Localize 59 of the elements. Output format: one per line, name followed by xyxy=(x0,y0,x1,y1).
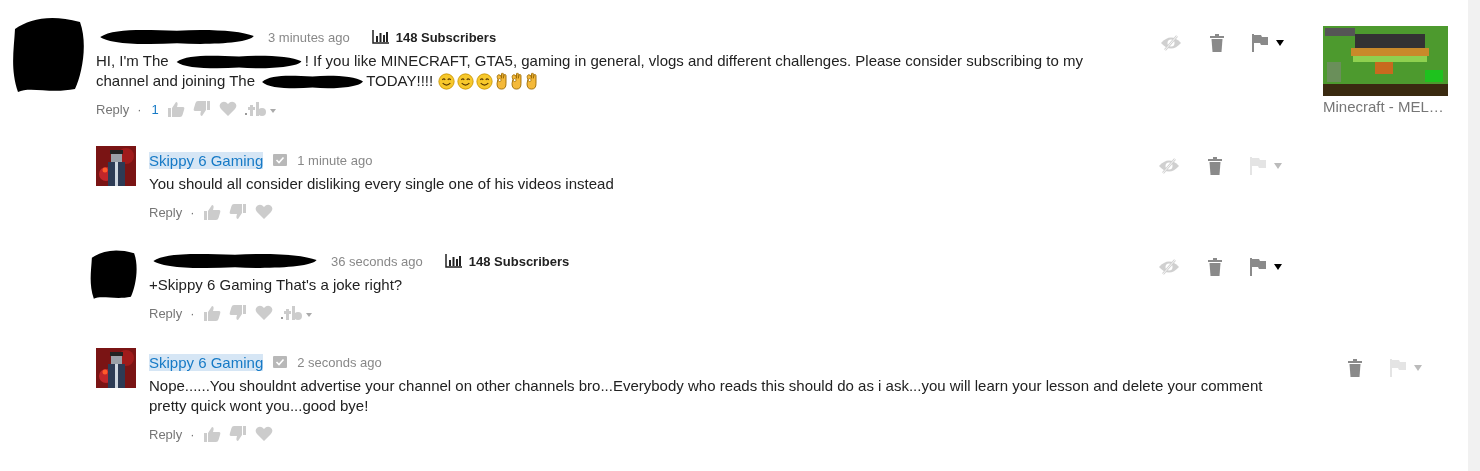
dislike-button[interactable] xyxy=(228,305,247,321)
delete-button[interactable] xyxy=(1210,34,1224,52)
separator-dot: · xyxy=(190,426,195,442)
heart-button[interactable] xyxy=(218,101,237,117)
reply-link[interactable]: Reply xyxy=(149,204,183,220)
timestamp: 36 seconds ago xyxy=(331,253,423,269)
comment-text: HI, I'm The ! If you like MINECRAFT, GTA5, gaming in general, vlogs and different challenges. Please consider subscribing to my channel and joining The TODAY!!!! xyxy=(96,51,1084,91)
heart-button[interactable] xyxy=(254,305,273,321)
comment-text: +Skippy 6 Gaming That's a joke right? xyxy=(149,275,404,295)
delete-button[interactable] xyxy=(1348,359,1362,377)
caret-icon xyxy=(1276,40,1284,46)
hide-button[interactable] xyxy=(1158,158,1180,174)
comment-text: Nope......You shouldnt advertise your channel on other channels bro...Everybody who reads this should do as i ask...you will learn your lesson and delete your comment pretty quick wont you...good bye! xyxy=(149,376,1264,416)
dislike-button[interactable] xyxy=(228,426,247,442)
author-name[interactable]: Skippy 6 Gaming xyxy=(149,151,264,169)
timestamp: 3 minutes ago xyxy=(268,29,350,45)
separator-dot: · xyxy=(190,305,195,321)
dislike-button[interactable] xyxy=(192,101,211,117)
comment-text: You should all consider disliking every single one of his videos instead xyxy=(149,174,615,194)
like-button[interactable] xyxy=(202,426,221,442)
channel-menu-button[interactable] xyxy=(280,305,313,321)
heart-button[interactable] xyxy=(254,204,273,220)
delete-button[interactable] xyxy=(1208,157,1222,175)
verified-icon xyxy=(273,154,288,166)
like-button[interactable] xyxy=(202,305,221,321)
ok-hand-emoji-icon xyxy=(510,72,524,90)
smiley-emoji-icon xyxy=(438,73,456,90)
like-count: 1 xyxy=(151,101,159,117)
caret-icon xyxy=(1414,365,1422,371)
smiley-emoji-icon xyxy=(476,73,494,90)
reply-link[interactable]: Reply xyxy=(149,305,183,321)
subscriber-count: 148 Subscribers xyxy=(395,29,497,45)
subscriber-count: 148 Subscribers xyxy=(468,253,570,269)
caret-icon xyxy=(1274,163,1282,169)
hide-button[interactable] xyxy=(1160,35,1182,51)
timestamp: 1 minute ago xyxy=(297,152,373,168)
flag-button[interactable] xyxy=(1252,34,1268,52)
like-button[interactable] xyxy=(166,101,185,117)
bar-chart-icon xyxy=(444,254,463,268)
author-name[interactable]: Skippy 6 Gaming xyxy=(149,353,264,371)
ok-hand-emoji-icon xyxy=(495,72,509,90)
like-button[interactable] xyxy=(202,204,221,220)
reply-link[interactable]: Reply xyxy=(96,101,130,117)
flag-button[interactable] xyxy=(1250,258,1266,276)
caret-icon xyxy=(1274,264,1282,270)
delete-button[interactable] xyxy=(1208,258,1222,276)
ok-hand-emoji-icon xyxy=(525,72,539,90)
heart-button[interactable] xyxy=(254,426,273,442)
reply-link[interactable]: Reply xyxy=(149,426,183,442)
verified-icon xyxy=(273,356,288,368)
timestamp: 2 seconds ago xyxy=(297,354,382,370)
separator-dot: · xyxy=(137,101,142,117)
hide-button[interactable] xyxy=(1158,259,1180,275)
video-title[interactable]: Minecraft - MEL… xyxy=(1323,98,1444,115)
dislike-button[interactable] xyxy=(228,204,247,220)
smiley-emoji-icon xyxy=(457,73,475,90)
separator-dot: · xyxy=(190,204,195,220)
channel-menu-button[interactable] xyxy=(244,101,277,117)
bar-chart-icon xyxy=(371,30,390,44)
